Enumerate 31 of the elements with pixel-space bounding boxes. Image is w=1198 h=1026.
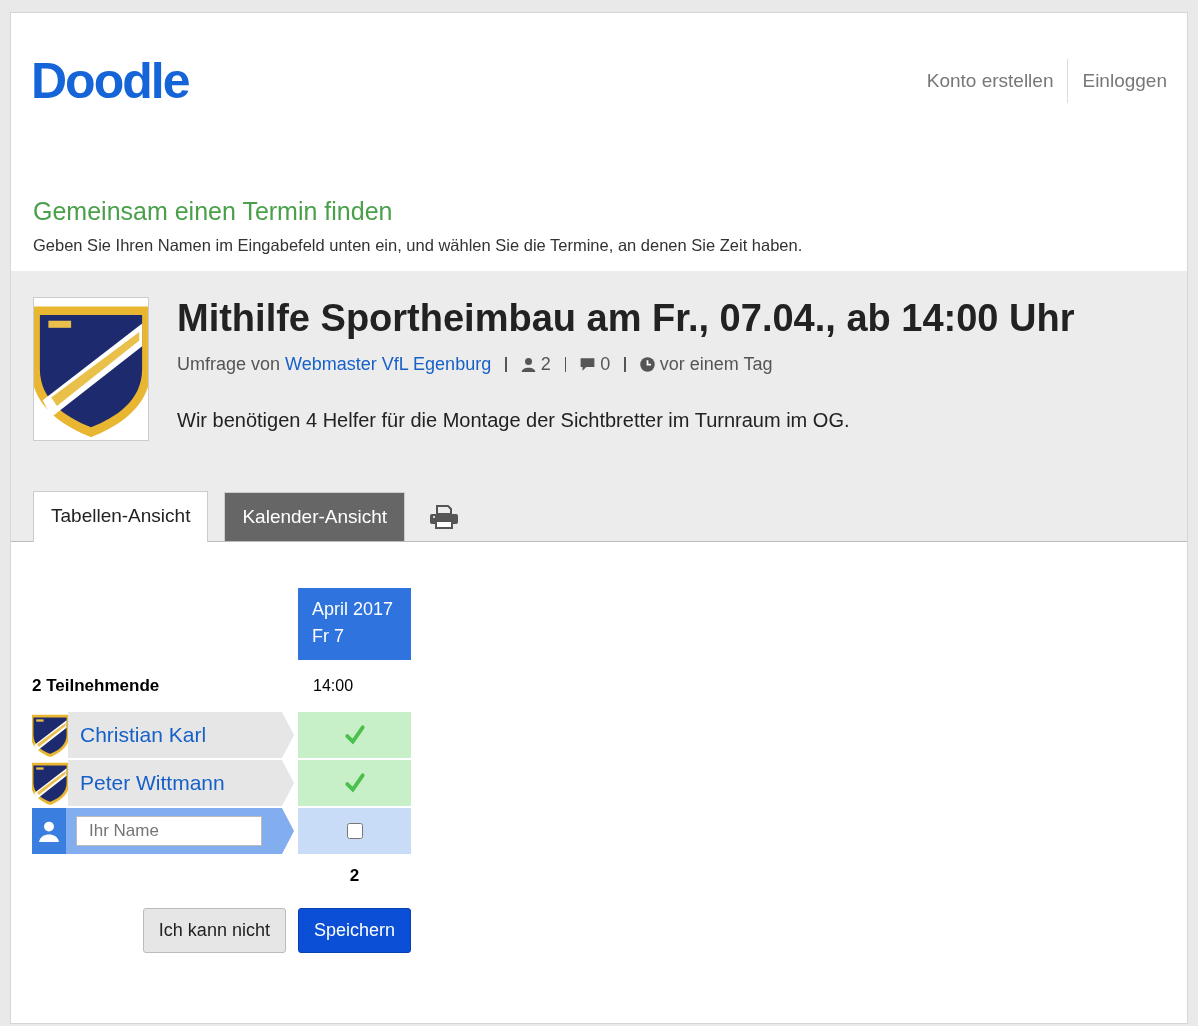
vote-total: 2 <box>348 865 361 887</box>
nav-link[interactable]: Einloggen <box>1082 70 1167 92</box>
print-icon[interactable] <box>429 505 460 529</box>
author-label: Umfrage von <box>177 354 281 375</box>
participant-name[interactable]: Peter Wittmann <box>80 771 225 795</box>
poll-time: vor einem Tag <box>659 354 773 375</box>
vote-checkbox[interactable] <box>346 823 363 839</box>
check-icon <box>343 724 366 746</box>
poll-description: Wir benötigen 4 Helfer für die Montage der Sichtbretter im Turnraum im OG. <box>177 409 851 432</box>
nav-link[interactable]: Konto erstellen <box>926 70 1054 92</box>
save-button[interactable]: Speichern <box>297 908 411 953</box>
participant-name[interactable]: Christian Karl <box>80 723 207 747</box>
check-icon <box>343 772 366 794</box>
decline-button[interactable]: Ich kann nicht <box>142 908 286 953</box>
doodle-logo[interactable]: Doodle <box>31 52 189 110</box>
comment-count: 0 <box>600 354 611 375</box>
participants-label: 2 Teilnehmende <box>32 675 161 697</box>
author-link[interactable]: Webmaster VfL Egenburg <box>285 354 492 375</box>
view-tab[interactable]: Kalender-Ansicht <box>224 492 406 541</box>
participant-count: 2 <box>540 354 551 375</box>
comment-icon <box>580 357 596 372</box>
poll-title: Mithilfe Sportheimbau am Fr., 07.04., ab 14:00 Uhr <box>177 297 1075 340</box>
time-label: 14:00 <box>312 677 355 695</box>
intro-title: Gemeinsam einen Termin finden <box>33 197 394 226</box>
name-input[interactable]: Ihr Name <box>76 816 262 846</box>
person-icon <box>520 357 536 372</box>
clock-icon <box>639 357 655 372</box>
view-tab[interactable]: Tabellen-Ansicht <box>33 491 209 542</box>
date-header: April 2017 Fr 7 <box>298 588 411 660</box>
user-icon <box>38 820 60 842</box>
intro-text: Geben Sie Ihren Namen im Eingabefeld unten ein, und wählen Sie die Termine, an denen Sie Zeit haben. <box>33 236 804 255</box>
